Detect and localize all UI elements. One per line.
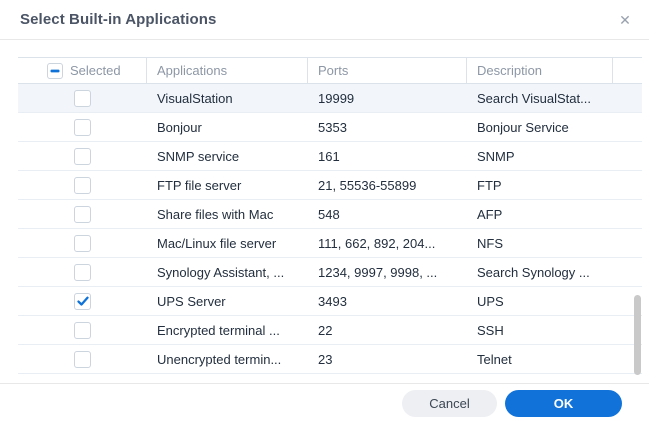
table-row[interactable]: Mac/Linux file server 111, 662, 892, 204… (18, 229, 642, 258)
table-row[interactable]: UPS Server 3493 UPS (18, 287, 642, 316)
column-header-spacer (613, 58, 642, 83)
column-header-ports[interactable]: Ports (308, 58, 467, 83)
selected-cell (18, 200, 147, 228)
indeterminate-minus-icon (50, 66, 60, 76)
ports-cell: 21, 55536-55899 (308, 171, 467, 199)
check-icon (76, 294, 90, 308)
ports-cell: 3493 (308, 287, 467, 315)
selected-cell (18, 113, 147, 141)
table-row[interactable]: Encrypted terminal ... 22 SSH (18, 316, 642, 345)
ok-button[interactable]: OK (505, 390, 622, 417)
application-cell: Mac/Linux file server (147, 229, 308, 257)
row-checkbox[interactable] (74, 351, 91, 368)
ports-cell: 5353 (308, 113, 467, 141)
ports-cell: 1234, 9997, 9998, ... (308, 258, 467, 286)
dialog-title: Select Built-in Applications (20, 11, 216, 28)
description-cell: Bonjour Service (467, 113, 613, 141)
application-cell: Synology Assistant, ... (147, 258, 308, 286)
row-checkbox[interactable] (74, 177, 91, 194)
column-header-selected[interactable]: Selected (18, 58, 147, 83)
description-cell: SSH (467, 316, 613, 344)
row-checkbox[interactable] (74, 322, 91, 339)
selected-cell (18, 287, 147, 315)
table-row[interactable]: Share files with Mac 548 AFP (18, 200, 642, 229)
table-body: VisualStation 19999 Search VisualStat...… (18, 84, 642, 374)
description-cell: Telnet (467, 345, 613, 373)
table-row[interactable]: VisualStation 19999 Search VisualStat... (18, 84, 642, 113)
dialog-footer: Cancel OK (0, 383, 649, 427)
close-icon[interactable]: ✕ (613, 8, 637, 32)
row-checkbox[interactable] (74, 90, 91, 107)
table-row[interactable]: Synology Assistant, ... 1234, 9997, 9998… (18, 258, 642, 287)
description-cell: Search Synology ... (467, 258, 613, 286)
selected-cell (18, 171, 147, 199)
ports-cell: 19999 (308, 84, 467, 112)
row-checkbox[interactable] (74, 148, 91, 165)
vertical-scrollbar-thumb[interactable] (634, 295, 641, 375)
row-checkbox[interactable] (74, 235, 91, 252)
description-cell: SNMP (467, 142, 613, 170)
selected-cell (18, 229, 147, 257)
selected-cell (18, 84, 147, 112)
selected-cell (18, 258, 147, 286)
description-cell: FTP (467, 171, 613, 199)
application-cell: Encrypted terminal ... (147, 316, 308, 344)
ports-cell: 548 (308, 200, 467, 228)
table-row[interactable]: Bonjour 5353 Bonjour Service (18, 113, 642, 142)
column-header-description[interactable]: Description (467, 58, 613, 83)
ports-cell: 22 (308, 316, 467, 344)
table-header-row: Selected Applications Ports Description (18, 57, 642, 84)
dialog-titlebar: Select Built-in Applications ✕ (0, 0, 649, 40)
row-checkbox[interactable] (74, 293, 91, 310)
row-checkbox[interactable] (74, 264, 91, 281)
application-cell: UPS Server (147, 287, 308, 315)
application-cell: SNMP service (147, 142, 308, 170)
table-row[interactable]: SNMP service 161 SNMP (18, 142, 642, 171)
application-cell: FTP file server (147, 171, 308, 199)
select-all-checkbox[interactable] (47, 63, 63, 79)
row-checkbox[interactable] (74, 206, 91, 223)
description-cell: AFP (467, 200, 613, 228)
applications-table: Selected Applications Ports Description … (18, 57, 642, 374)
application-cell: Unencrypted termin... (147, 345, 308, 373)
application-cell: Bonjour (147, 113, 308, 141)
description-cell: Search VisualStat... (467, 84, 613, 112)
application-cell: VisualStation (147, 84, 308, 112)
application-cell: Share files with Mac (147, 200, 308, 228)
row-checkbox[interactable] (74, 119, 91, 136)
ports-cell: 23 (308, 345, 467, 373)
select-built-in-applications-dialog: Select Built-in Applications ✕ Selected … (0, 0, 649, 427)
description-cell: NFS (467, 229, 613, 257)
ports-cell: 161 (308, 142, 467, 170)
table-row[interactable]: Unencrypted termin... 23 Telnet (18, 345, 642, 374)
selected-header-label: Selected (70, 63, 121, 78)
table-row[interactable]: FTP file server 21, 55536-55899 FTP (18, 171, 642, 200)
selected-cell (18, 142, 147, 170)
description-cell: UPS (467, 287, 613, 315)
ports-cell: 111, 662, 892, 204... (308, 229, 467, 257)
selected-cell (18, 316, 147, 344)
column-header-applications[interactable]: Applications (147, 58, 308, 83)
cancel-button[interactable]: Cancel (402, 390, 497, 417)
selected-cell (18, 345, 147, 373)
